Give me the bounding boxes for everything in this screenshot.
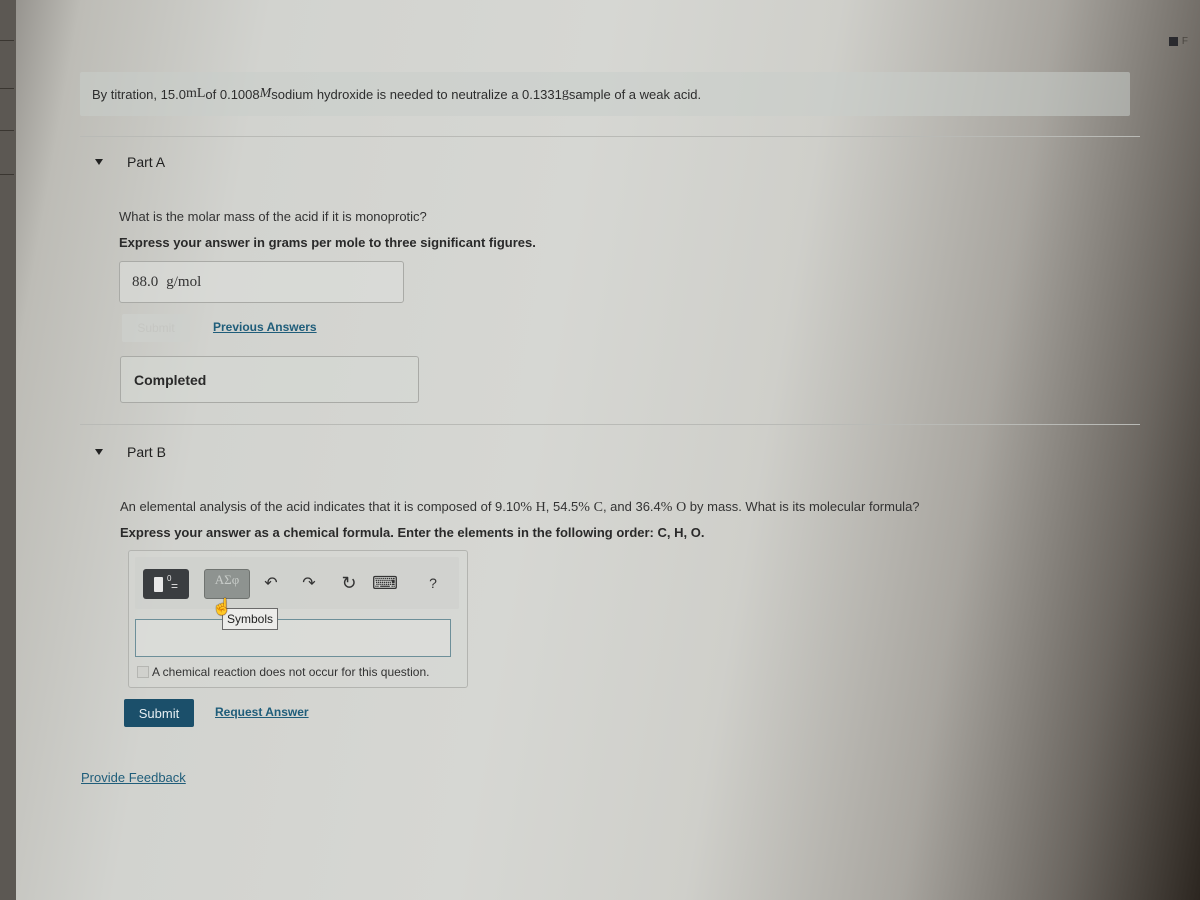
percent-sign: % bbox=[660, 500, 673, 515]
no-reaction-checkbox[interactable] bbox=[137, 666, 149, 678]
part-a-label: Part A bbox=[127, 154, 166, 170]
caret-down-icon[interactable] bbox=[95, 449, 103, 455]
part-b-header[interactable]: Part B bbox=[95, 444, 166, 460]
template-superscript-icon: 0 bbox=[167, 574, 172, 583]
provide-feedback-link[interactable]: Provide Feedback bbox=[81, 770, 186, 785]
undo-icon[interactable]: ↶ bbox=[261, 573, 281, 593]
editor-toolbar: 0 = ΑΣφ ↶ ↷ ↻ ⌨ ? bbox=[135, 557, 459, 609]
intro-text: sample of a weak acid. bbox=[568, 86, 702, 102]
left-window-edge bbox=[0, 0, 16, 900]
intro-text: sodium hydroxide is needed to neutralize… bbox=[271, 86, 562, 102]
divider bbox=[80, 136, 1140, 137]
symbols-button[interactable]: ΑΣφ bbox=[204, 569, 250, 599]
element-o: O bbox=[676, 500, 687, 515]
divider bbox=[80, 424, 1140, 425]
part-b-label: Part B bbox=[127, 444, 166, 460]
question-text: , 54.5 bbox=[545, 499, 579, 514]
part-a-instruction: Express your answer in grams per mole to… bbox=[119, 235, 536, 250]
part-a-header[interactable]: Part A bbox=[95, 154, 165, 170]
element-h: H bbox=[535, 500, 546, 515]
percent-sign: % bbox=[520, 500, 533, 515]
corner-label: F bbox=[1181, 36, 1188, 47]
part-a-question: What is the molar mass of the acid if it… bbox=[119, 209, 427, 224]
templates-button[interactable]: 0 = bbox=[143, 569, 189, 599]
no-reaction-option[interactable]: A chemical reaction does not occur for t… bbox=[137, 665, 429, 679]
reset-icon[interactable]: ↻ bbox=[339, 573, 359, 593]
window-icon bbox=[1168, 37, 1178, 46]
answer-unit: g/mol bbox=[166, 273, 202, 290]
formula-answer-input[interactable] bbox=[135, 619, 451, 657]
request-answer-link[interactable]: Request Answer bbox=[215, 705, 309, 719]
template-box-icon bbox=[153, 576, 163, 592]
formula-editor: 0 = ΑΣφ ↶ ↷ ↻ ⌨ ? ☝ Symbols A chemical r… bbox=[128, 550, 468, 688]
part-b-question: An elemental analysis of the acid indica… bbox=[120, 499, 920, 516]
part-a-answer-field: 88.0 g/mol bbox=[119, 261, 404, 303]
top-right-indicator: F bbox=[1168, 36, 1188, 47]
template-equals-icon: = bbox=[170, 579, 178, 593]
intro-text: of 0.1008 bbox=[205, 86, 260, 102]
unit-ml: mL bbox=[185, 86, 206, 101]
caret-down-icon[interactable] bbox=[95, 159, 103, 165]
intro-text: By titration, 15.0 bbox=[92, 86, 186, 102]
redo-icon[interactable]: ↷ bbox=[299, 573, 319, 593]
keyboard-icon[interactable]: ⌨ bbox=[372, 573, 398, 593]
question-text: , and 36.4 bbox=[602, 499, 661, 514]
completed-status: Completed bbox=[120, 356, 419, 403]
unit-grams: g bbox=[561, 86, 569, 101]
percent-sign: % bbox=[578, 500, 590, 515]
no-reaction-label: A chemical reaction does not occur for t… bbox=[152, 665, 430, 679]
part-b-submit-button[interactable]: Submit bbox=[124, 699, 194, 727]
previous-answers-link[interactable]: Previous Answers bbox=[213, 320, 317, 334]
hand-cursor-icon: ☝ bbox=[212, 599, 232, 616]
element-c: C bbox=[593, 500, 603, 515]
question-text: by mass. What is its molecular formula? bbox=[686, 499, 920, 514]
answer-value: 88.0 bbox=[132, 273, 159, 290]
part-b-instruction: Express your answer as a chemical formul… bbox=[120, 525, 705, 540]
question-text: An elemental analysis of the acid indica… bbox=[120, 499, 521, 514]
part-a-submit-button: Submit bbox=[122, 314, 190, 342]
help-icon[interactable]: ? bbox=[423, 573, 443, 593]
unit-molarity: M bbox=[259, 86, 272, 101]
problem-intro: By titration, 15.0 mL of 0.1008 M sodium… bbox=[80, 72, 1130, 116]
